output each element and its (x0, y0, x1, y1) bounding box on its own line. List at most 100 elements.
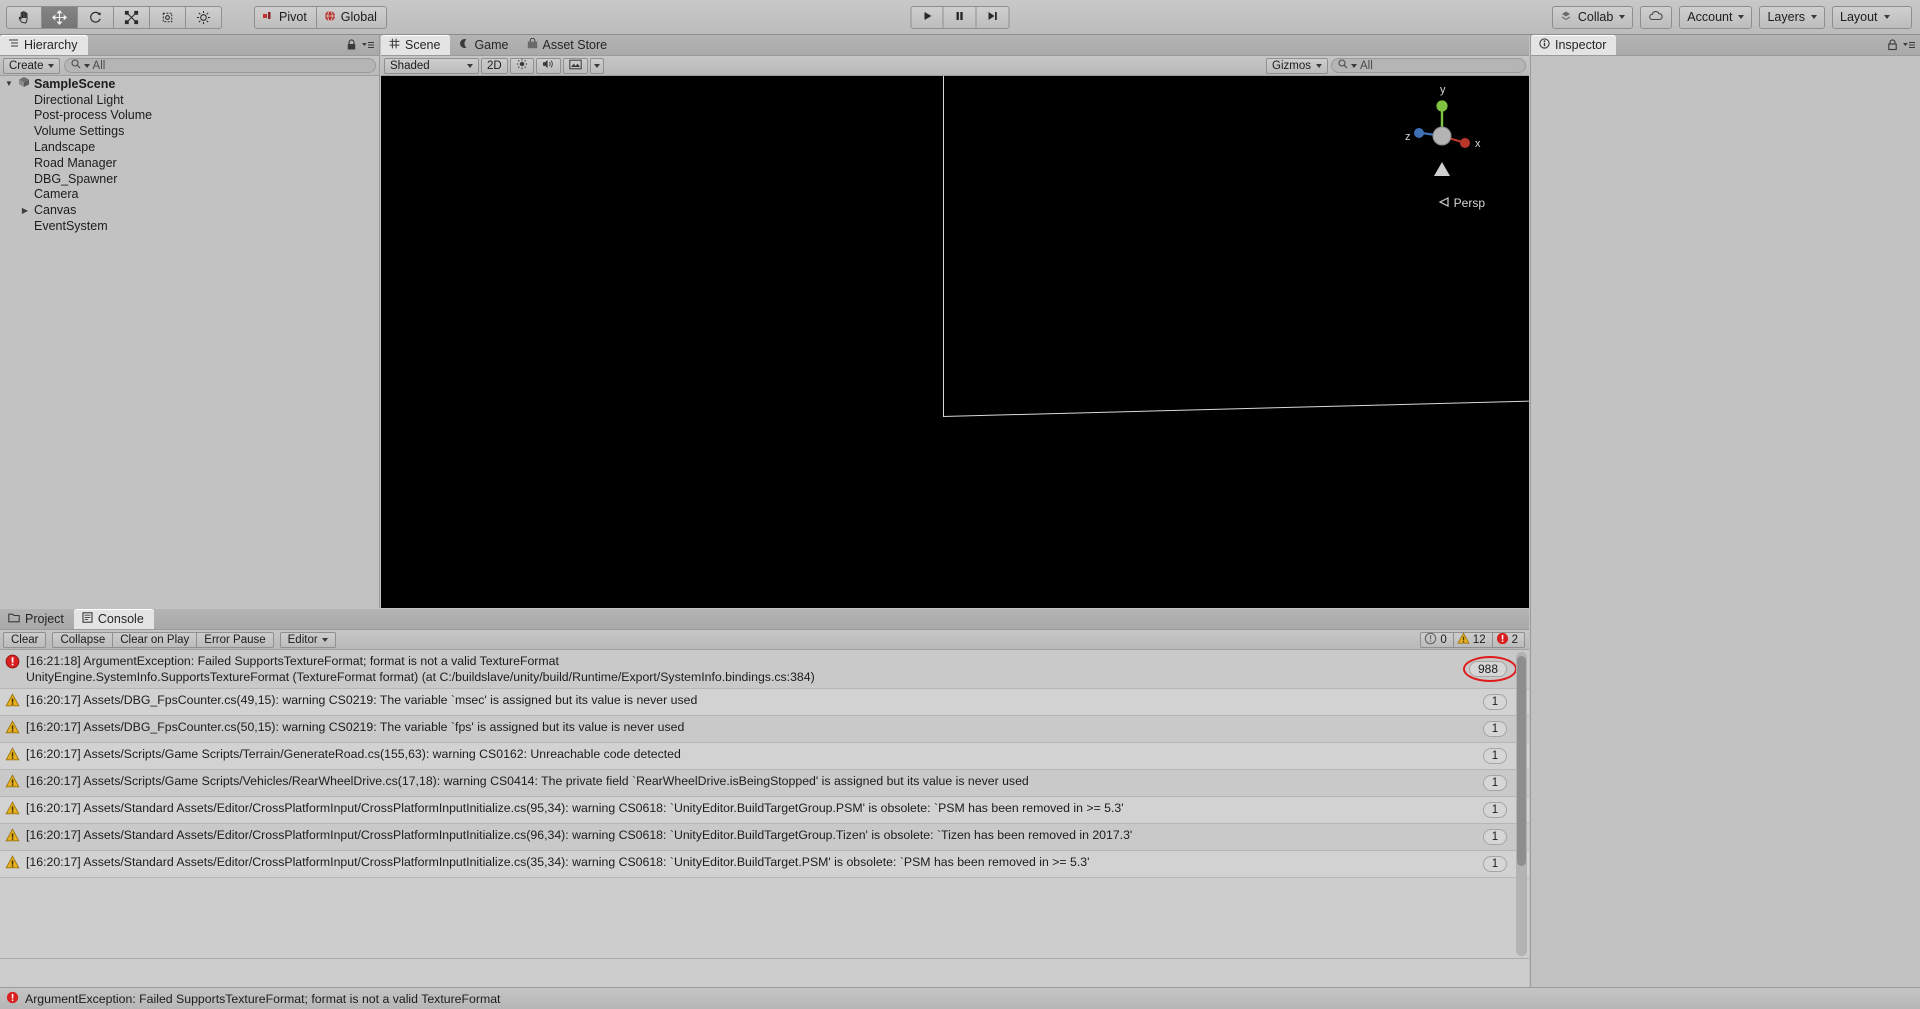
tab-console[interactable]: Console (73, 609, 154, 629)
scale-tool-button[interactable] (114, 5, 150, 29)
move-tool-button[interactable] (42, 5, 78, 29)
console-message-row[interactable]: [16:20:17] Assets/Scripts/Game Scripts/T… (0, 743, 1529, 770)
transform-tools-group (6, 5, 222, 29)
hierarchy-item-dbg-spawner[interactable]: DBG_Spawner (0, 171, 379, 187)
toggle-2d-button[interactable]: 2D (481, 57, 508, 74)
collapse-button[interactable]: Collapse (52, 631, 114, 648)
scene-fx-toggle[interactable] (562, 57, 588, 74)
pivot-toggle-button[interactable]: Pivot (254, 5, 317, 29)
console-scrollbar-thumb[interactable] (1517, 656, 1526, 866)
tab-project[interactable]: Project (0, 609, 74, 629)
gizmos-dropdown[interactable]: Gizmos (1266, 57, 1328, 74)
scene-search-value: All (1360, 59, 1373, 72)
console-message-row[interactable]: [16:20:17] Assets/Scripts/Game Scripts/V… (0, 770, 1529, 797)
rect-transform-tool-button[interactable] (150, 5, 186, 29)
scene-tabbar: Scene Game Asset Store (381, 35, 1529, 56)
cloud-button[interactable] (1640, 5, 1673, 29)
step-button[interactable] (976, 5, 1010, 29)
console-message-line: [16:20:17] Assets/Standard Assets/Editor… (26, 828, 1133, 842)
rotate-tool-button[interactable] (78, 5, 114, 29)
hierarchy-tab-actions (346, 39, 375, 54)
hierarchy-item-landscape[interactable]: Landscape (0, 139, 379, 155)
store-icon (527, 37, 538, 52)
step-icon (987, 10, 999, 25)
collab-button[interactable]: Collab (1551, 5, 1634, 29)
inspector-tab-label: Inspector (1555, 38, 1607, 52)
hierarchy-search-input[interactable]: All (63, 58, 376, 73)
console-message-list[interactable]: [16:21:18] ArgumentException: Failed Sup… (0, 650, 1529, 958)
layout-button[interactable]: Layout (1832, 5, 1912, 29)
clear-button[interactable]: Clear (3, 631, 47, 648)
info-badge[interactable]: 0 (1420, 631, 1454, 648)
draw-mode-dropdown[interactable]: Shaded (384, 57, 479, 74)
scene-viewport[interactable]: y x z Persp (381, 76, 1529, 608)
status-bar[interactable]: ArgumentException: Failed SupportsTextur… (0, 987, 1920, 1009)
scene-audio-toggle[interactable] (535, 57, 561, 74)
account-button[interactable]: Account (1679, 5, 1753, 29)
error-pause-button[interactable]: Error Pause (197, 631, 274, 648)
layers-button[interactable]: Layers (1759, 5, 1825, 29)
console-message-text: [16:20:17] Assets/Standard Assets/Editor… (26, 827, 1529, 843)
pause-button[interactable] (943, 5, 977, 29)
scene-view-gizmo[interactable]: y x z (1399, 84, 1485, 196)
clear-on-play-button[interactable]: Clear on Play (113, 631, 198, 648)
scene-projection-toggle[interactable]: Persp (1438, 196, 1485, 210)
console-message-row[interactable]: [16:20:17] Assets/Standard Assets/Editor… (0, 851, 1529, 878)
create-label: Create (9, 59, 44, 72)
tab-hierarchy[interactable]: Hierarchy (0, 35, 88, 55)
warning-icon (5, 828, 20, 847)
console-message-row[interactable]: [16:20:17] Assets/DBG_FpsCounter.cs(49,1… (0, 689, 1529, 716)
console-scrollbar[interactable] (1516, 652, 1527, 956)
combined-transform-tool-button[interactable] (186, 5, 222, 29)
hierarchy-item-label: Landscape (34, 140, 96, 155)
warning-badge[interactable]: 12 (1453, 631, 1493, 648)
hierarchy-item-label: Road Manager (34, 155, 117, 170)
tab-game[interactable]: Game (450, 35, 518, 55)
chevron-down-icon[interactable]: ▼ (4, 79, 14, 88)
hierarchy-item-eventsystem[interactable]: EventSystem (0, 218, 379, 234)
editor-dropdown[interactable]: Editor (279, 631, 336, 648)
console-message-row[interactable]: [16:20:17] Assets/Standard Assets/Editor… (0, 824, 1529, 851)
hierarchy-item-samplescene[interactable]: ▼ SampleScene (0, 76, 379, 92)
tab-asset-store[interactable]: Asset Store (519, 35, 618, 55)
inspector-tab-actions (1887, 39, 1916, 54)
panel-menu-icon[interactable] (1902, 39, 1916, 54)
console-message-row[interactable]: [16:20:17] Assets/Standard Assets/Editor… (0, 797, 1529, 824)
lock-icon[interactable] (1887, 39, 1898, 54)
console-message-line: [16:20:17] Assets/DBG_FpsCounter.cs(50,1… (26, 720, 685, 734)
console-badge-group: 0 12 2 (1420, 631, 1525, 648)
hierarchy-item-volume-settings[interactable]: Volume Settings (0, 123, 379, 139)
warning-icon (5, 693, 20, 712)
play-button[interactable] (910, 5, 944, 29)
global-toggle-button[interactable]: Global (316, 5, 387, 29)
console-message-count: 1 (1483, 694, 1507, 710)
gamepad-icon (458, 38, 469, 52)
scene-search-input[interactable]: All (1331, 58, 1526, 73)
hierarchy-item-post-process-volume[interactable]: Post-process Volume (0, 108, 379, 124)
hierarchy-item-camera[interactable]: Camera (0, 187, 379, 203)
lock-icon[interactable] (346, 39, 357, 54)
hand-tool-button[interactable] (6, 5, 42, 29)
hierarchy-item-canvas[interactable]: ▶ Canvas (0, 202, 379, 218)
tab-inspector[interactable]: Inspector (1531, 35, 1617, 55)
chevron-right-icon[interactable]: ▶ (20, 206, 30, 215)
hierarchy-item-road-manager[interactable]: Road Manager (0, 155, 379, 171)
hierarchy-item-directional-light[interactable]: Directional Light (0, 92, 379, 108)
toolbar-right-group: Collab Account Layers Layout (1551, 5, 1912, 29)
error-icon (6, 991, 19, 1007)
console-message-text: [16:20:17] Assets/Standard Assets/Editor… (26, 800, 1529, 816)
panel-menu-icon[interactable] (361, 39, 375, 54)
create-button[interactable]: Create (3, 57, 60, 74)
hierarchy-tree[interactable]: ▼ SampleScene Directional Light Post-proc… (0, 76, 379, 608)
tab-scene[interactable]: Scene (381, 35, 451, 55)
console-message-row[interactable]: [16:20:17] Assets/DBG_FpsCounter.cs(50,1… (0, 716, 1529, 743)
scene-fx-dropdown[interactable] (589, 57, 604, 74)
scene-lighting-toggle[interactable] (509, 57, 534, 74)
error-badge[interactable]: 2 (1492, 631, 1525, 648)
console-panel: Project Console Clear Collapse Clear on P… (0, 609, 1529, 987)
console-message-row[interactable]: [16:21:18] ArgumentException: Failed Sup… (0, 650, 1529, 689)
chevron-down-icon (1738, 15, 1745, 19)
image-icon (569, 59, 582, 73)
chevron-down-icon (1811, 15, 1817, 19)
